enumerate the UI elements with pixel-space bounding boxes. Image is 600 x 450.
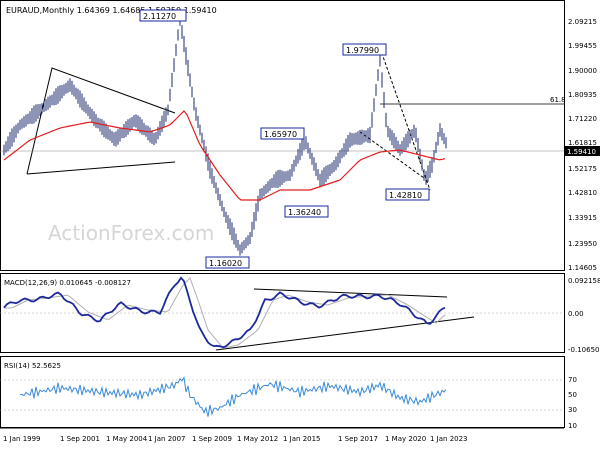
current-price-marker: 1.59410 (565, 146, 600, 156)
current-price-text: 1.59410 (567, 148, 596, 156)
x-tick-label: 1 May 2004 (106, 435, 148, 443)
price-label-1.97990: 1.97990 (342, 43, 387, 56)
x-tick-label: 1 Jan 2007 (148, 435, 186, 443)
x-tick-label: 1 Sep 2001 (60, 435, 100, 443)
watermark: ActionForex.com (48, 221, 214, 245)
price-label-1.42810: 1.42810 (385, 188, 430, 201)
price-y-tick: 1.52175 (568, 165, 597, 173)
price-label-text: 1.65970 (264, 130, 297, 139)
x-tick-label: 1 Sep 2009 (192, 435, 232, 443)
price-label-2.11270: 2.11270 (139, 9, 187, 22)
price-label-text: 1.36240 (288, 208, 321, 217)
price-y-tick: 1.23950 (568, 240, 597, 248)
rsi-label: RSI(14) 52.5625 (4, 362, 61, 370)
x-tick-label: 1 Jan 1999 (3, 435, 41, 443)
rsi-panel-frame (0, 356, 565, 428)
price-y-tick: 1.61815 (568, 139, 597, 147)
x-tick-label: 1 May 2012 (237, 435, 278, 443)
rsi-y-tick: 70 (568, 376, 577, 384)
price-y-tick: 1.80935 (568, 91, 597, 99)
rsi-y-tick: 30 (568, 406, 577, 414)
price-label-text: 2.11270 (143, 12, 176, 21)
price-label-1.16020: 1.16020 (205, 256, 250, 269)
macd-y-tick: -0.106503 (568, 346, 600, 354)
fib-618-label: 61.8 (550, 96, 566, 104)
chart-window: EURAUD,Monthly 1.64369 1.64685 1.59350 1… (0, 0, 600, 450)
price-label-text: 1.42810 (389, 191, 422, 200)
price-panel: EURAUD,Monthly 1.64369 1.64685 1.59350 1… (0, 0, 600, 272)
rsi-y-tick: 50 (568, 391, 577, 399)
chart-canvas: EURAUD,Monthly 1.64369 1.64685 1.59350 1… (0, 0, 600, 443)
macd-y-tick: 0.00 (568, 310, 584, 318)
price-label-1.65970: 1.65970 (260, 127, 305, 140)
price-y-tick: 1.14605 (568, 264, 597, 272)
macd-y-tick: 0.092158 (568, 277, 600, 285)
price-y-axis: 2.09215 1.99455 1.90000 1.80935 1.71220 … (568, 18, 597, 272)
x-tick-label: 1 Sep 2017 (338, 435, 378, 443)
x-tick-label: 1 May 2020 (385, 435, 426, 443)
price-y-tick: 1.90000 (568, 67, 597, 75)
price-y-tick: 1.99455 (568, 42, 597, 50)
price-y-tick: 1.33915 (568, 214, 597, 222)
price-y-tick: 1.42810 (568, 189, 597, 197)
x-axis: 1 Jan 1999 1 Sep 2001 1 May 2004 1 Jan 2… (0, 427, 564, 443)
price-label-text: 1.16020 (209, 259, 242, 268)
macd-panel: MACD(12,26,9) 0.010645 -0.008127 0.09215… (0, 273, 600, 354)
macd-label: MACD(12,26,9) 0.010645 -0.008127 (4, 279, 131, 287)
price-y-tick: 2.09215 (568, 18, 597, 26)
x-tick-label: 1 Jan 2015 (283, 435, 321, 443)
price-label-1.36240: 1.36240 (284, 205, 329, 218)
price-label-text: 1.97990 (346, 46, 379, 55)
rsi-panel: RSI(14) 52.5625 70 50 30 10 (0, 356, 577, 430)
x-tick-label: 1 Jan 2023 (430, 435, 468, 443)
rsi-y-tick: 10 (568, 422, 577, 430)
price-y-tick: 1.71220 (568, 115, 597, 123)
